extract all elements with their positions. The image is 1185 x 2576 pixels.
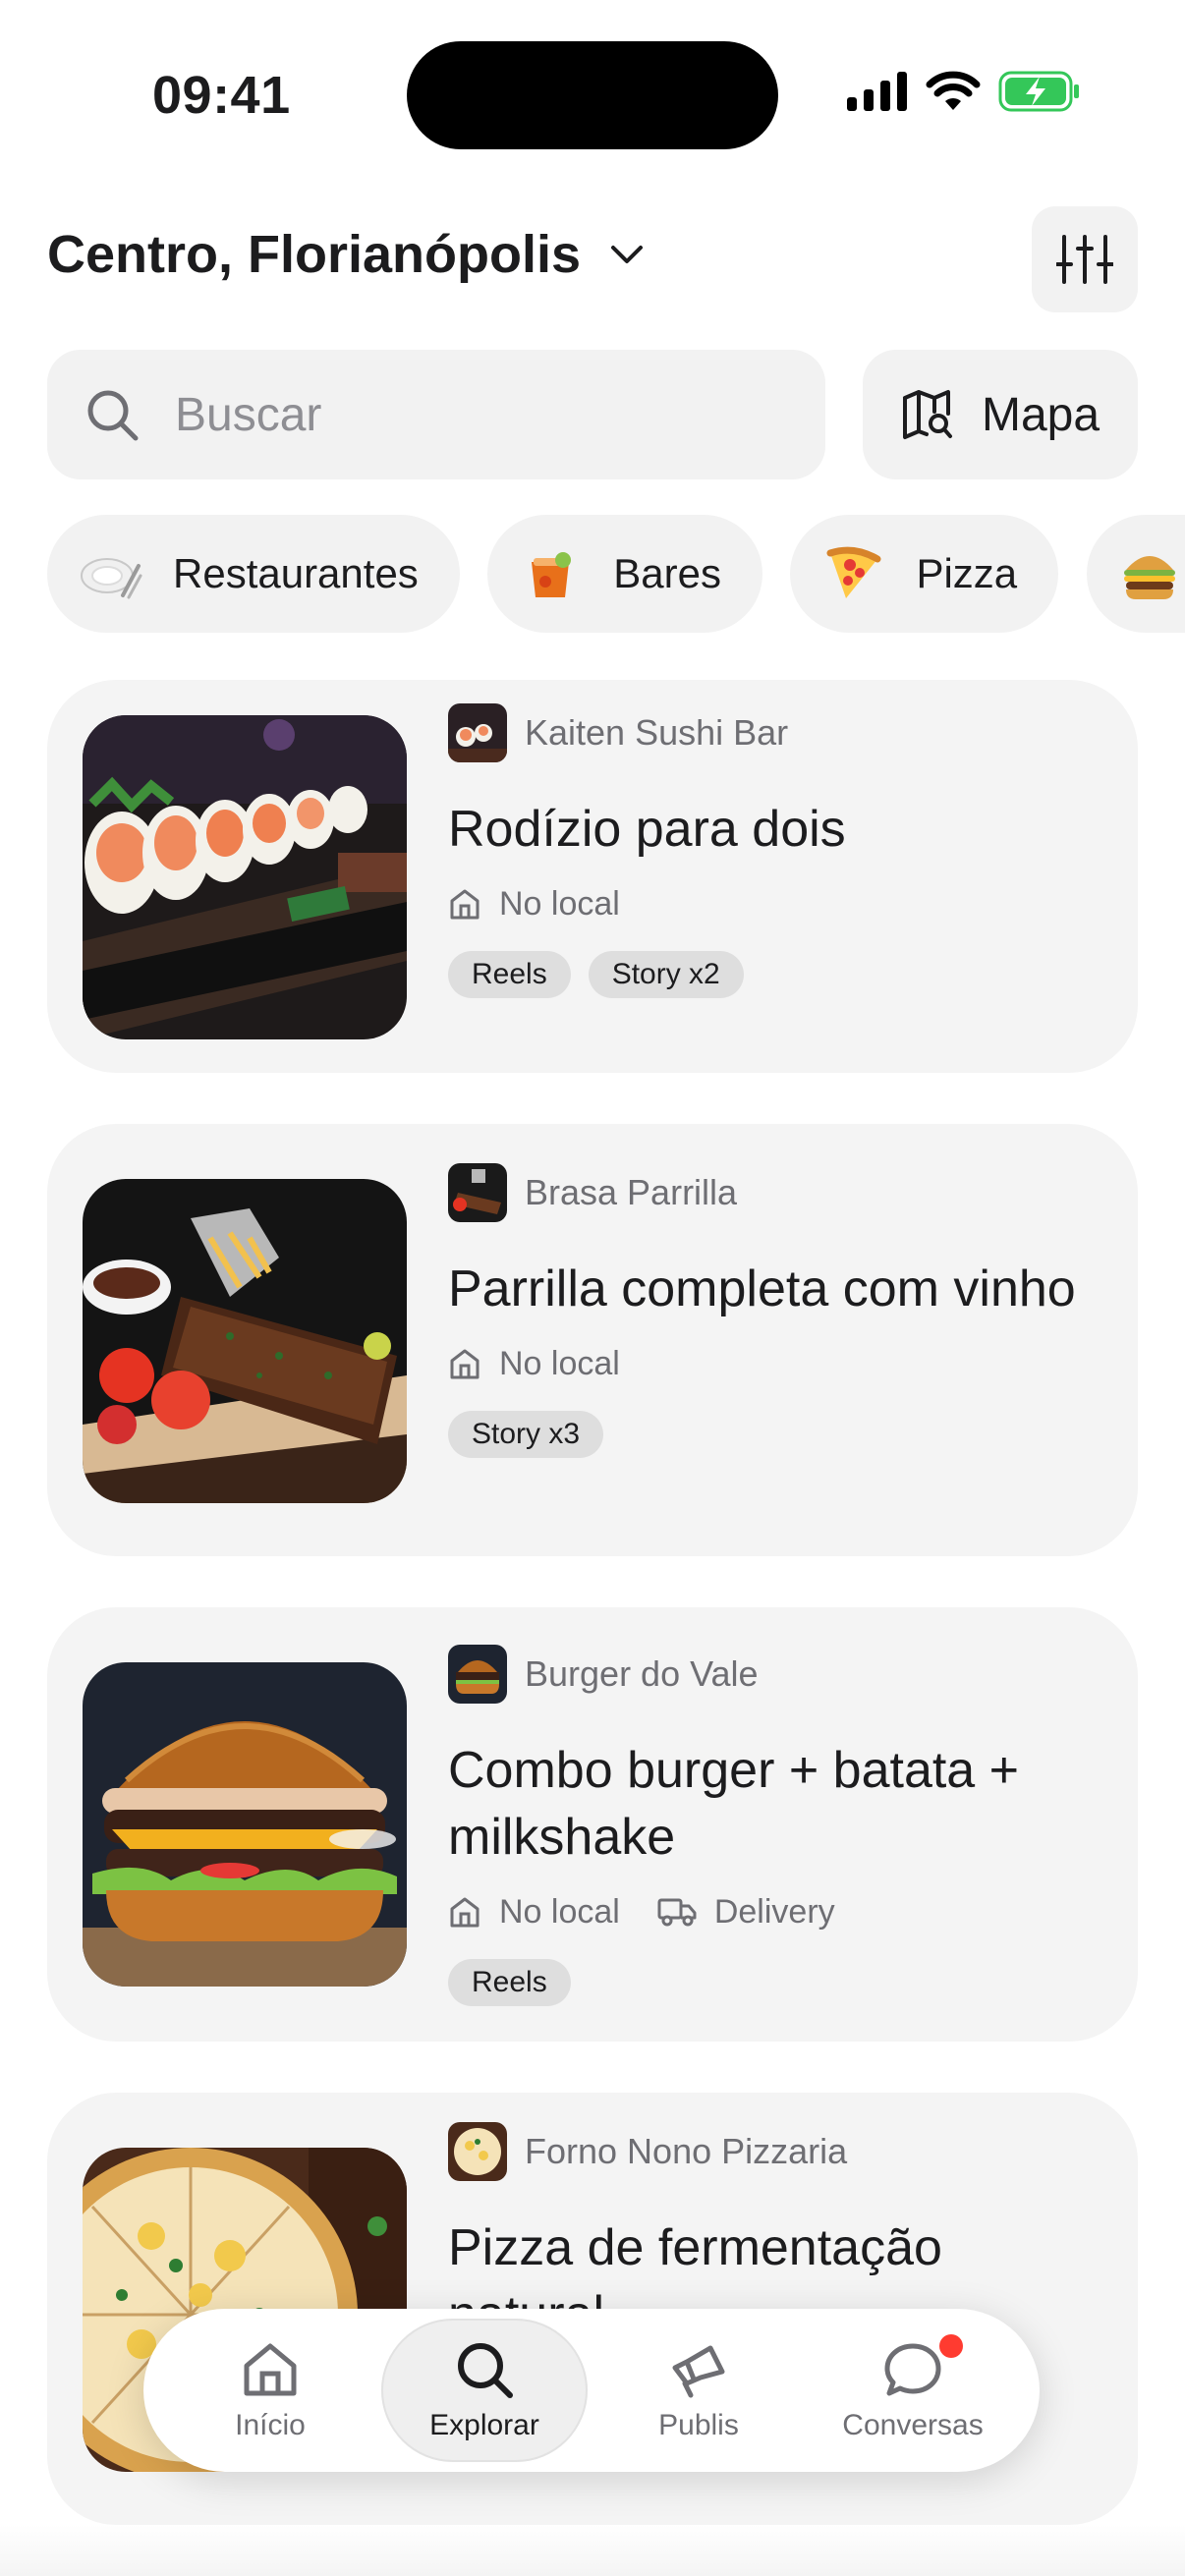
meta-no-local: No local — [448, 1893, 620, 1932]
map-button-label: Mapa — [981, 388, 1100, 441]
status-time: 09:41 — [152, 66, 291, 125]
offer-meta: No local Delivery — [448, 1884, 1099, 1939]
meta-no-local: No local — [448, 885, 620, 924]
offer-title: Combo burger + batata + milkshake — [448, 1742, 1020, 1866]
offer-meta: No local — [448, 1336, 1099, 1391]
meta-label: No local — [499, 1344, 620, 1382]
search-icon — [458, 2343, 513, 2398]
filter-button[interactable] — [1032, 206, 1138, 312]
vendor-name: Burger do Vale — [525, 1653, 759, 1694]
megaphone-icon — [672, 2345, 725, 2398]
map-button[interactable]: Mapa — [863, 350, 1138, 479]
offer-card[interactable]: Burger do Vale Combo burger + batata + m… — [47, 1607, 1138, 2042]
cellular-signal-icon — [847, 72, 907, 111]
offer-tags: Reels — [448, 1959, 1099, 2006]
meta-label: No local — [499, 884, 620, 923]
location-label: Centro, Florianópolis — [47, 225, 582, 284]
meta-label: No local — [499, 1892, 620, 1931]
meta-no-local: No local — [448, 1345, 620, 1383]
wifi-icon — [926, 71, 981, 110]
storefront-icon — [450, 1897, 480, 1928]
chip-restaurantes[interactable]: Restaurantes — [47, 515, 460, 633]
tab-label: Explorar — [429, 2409, 539, 2441]
tab-label: Início — [235, 2409, 306, 2441]
chip-burger[interactable] — [1086, 515, 1185, 633]
vendor: Kaiten Sushi Bar — [448, 703, 1099, 762]
pizza-icon — [818, 538, 888, 609]
map-search-icon — [902, 390, 952, 439]
chip-label: Restaurantes — [173, 550, 419, 596]
search-icon — [87, 390, 139, 441]
offer-meta: No local — [448, 876, 1099, 931]
vendor-name: Forno Nono Pizzaria — [525, 2131, 848, 2171]
offer-image-sushi — [83, 715, 407, 1039]
tag: Reels — [448, 951, 571, 998]
status-bar: 09:41 — [0, 0, 1185, 187]
offer-tags: Reels Story x2 — [448, 951, 1099, 998]
chip-label: Bares — [613, 550, 721, 596]
tab-label: Conversas — [842, 2409, 984, 2441]
offer-title: Rodízio para dois — [448, 801, 846, 858]
burger-icon — [1114, 538, 1185, 609]
tab-publis[interactable]: Publis — [595, 2319, 802, 2462]
vendor: Forno Nono Pizzaria — [448, 2122, 1099, 2181]
tag: Reels — [448, 1959, 571, 2006]
chevron-down-icon — [611, 246, 644, 263]
plate-icon — [75, 538, 145, 609]
dynamic-island — [407, 41, 778, 149]
search-input[interactable]: Buscar — [47, 350, 825, 479]
chip-pizza[interactable]: Pizza — [790, 515, 1059, 633]
category-chips: Restaurantes Bares Pizza — [47, 515, 1185, 633]
offer-card[interactable]: Brasa Parrilla Parrilla completa com vin… — [47, 1124, 1138, 1556]
chat-icon — [884, 2343, 941, 2396]
tab-explorar[interactable]: Explorar — [381, 2319, 588, 2462]
notification-badge — [939, 2334, 963, 2358]
offer-tags: Story x3 — [448, 1411, 1099, 1458]
offer-card[interactable]: Kaiten Sushi Bar Rodízio para dois No lo… — [47, 680, 1138, 1073]
truck-icon — [657, 1898, 697, 1927]
tag: Story x2 — [588, 951, 744, 998]
bottom-tab-bar: Início Explorar Publis Conversas — [143, 2309, 1040, 2472]
offer-image-burger — [83, 1662, 407, 1987]
tab-label: Publis — [658, 2409, 739, 2441]
vendor-name: Brasa Parrilla — [525, 1172, 738, 1212]
tag: Story x3 — [448, 1411, 604, 1458]
vendor-name: Kaiten Sushi Bar — [525, 712, 789, 753]
vendor-avatar — [448, 703, 507, 762]
storefront-icon — [450, 1349, 480, 1379]
cocktail-icon — [515, 538, 586, 609]
search-placeholder: Buscar — [175, 388, 322, 441]
offer-title: Parrilla completa com vinho — [448, 1260, 1076, 1317]
tab-conversas[interactable]: Conversas — [810, 2319, 1016, 2462]
home-icon — [244, 2343, 297, 2396]
status-icons — [847, 71, 1081, 112]
storefront-icon — [450, 889, 480, 920]
vendor-avatar — [448, 2122, 507, 2181]
tab-inicio[interactable]: Início — [167, 2319, 373, 2462]
bottom-fade — [0, 2525, 1185, 2576]
battery-charging-icon — [998, 71, 1079, 112]
offer-image-parrilla — [83, 1179, 407, 1503]
vendor: Burger do Vale — [448, 1645, 1099, 1704]
vendor: Brasa Parrilla — [448, 1163, 1099, 1222]
meta-label: Delivery — [713, 1892, 835, 1931]
vendor-avatar — [448, 1645, 507, 1704]
meta-delivery: Delivery — [657, 1893, 835, 1932]
location-selector[interactable]: Centro, Florianópolis — [47, 224, 644, 285]
chip-label: Pizza — [916, 550, 1018, 596]
vendor-avatar — [448, 1163, 507, 1222]
sliders-icon — [1056, 235, 1113, 284]
chip-bares[interactable]: Bares — [487, 515, 762, 633]
